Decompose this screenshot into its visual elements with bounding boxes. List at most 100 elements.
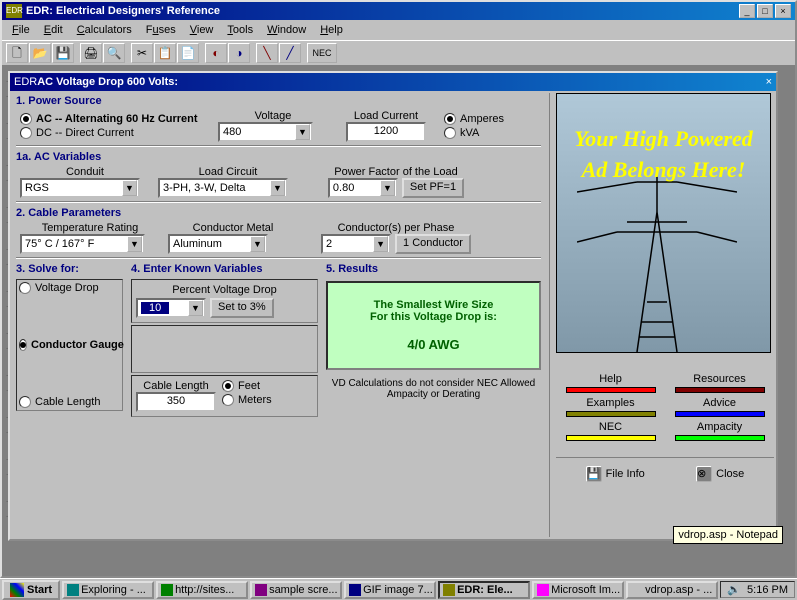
load-current-input[interactable]: 1200 bbox=[346, 122, 426, 142]
section5-header: 5. Results bbox=[322, 261, 545, 277]
task-vdrop[interactable]: vdrop.asp - ... bbox=[626, 581, 718, 599]
tb-new[interactable]: 🗋 bbox=[6, 43, 28, 63]
task-http[interactable]: http://sites... bbox=[156, 581, 248, 599]
menu-window[interactable]: Window bbox=[261, 22, 312, 38]
toolbar: 🗋 📂 💾 🖨 🔍 ✂ 📋 📄 ◐ ◑ ╲ ╱ NEC bbox=[2, 40, 795, 65]
ad-box[interactable]: Your High Powered Ad Belongs Here! bbox=[556, 93, 771, 353]
pvd-select[interactable]: 10▼ bbox=[136, 298, 206, 318]
conduit-select[interactable]: RGS▼ bbox=[20, 178, 140, 198]
metal-select[interactable]: Aluminum▼ bbox=[168, 234, 268, 254]
radio-conductor-gauge[interactable]: Conductor Gauge bbox=[19, 339, 120, 351]
radio-cable-length[interactable]: Cable Length bbox=[19, 396, 120, 408]
voltage-select[interactable]: 480▼ bbox=[218, 122, 313, 142]
cpp-select[interactable]: 2▼ bbox=[321, 234, 391, 254]
task-sample[interactable]: sample scre... bbox=[250, 581, 342, 599]
close-button[interactable]: × bbox=[775, 4, 791, 18]
menu-tools[interactable]: Tools bbox=[221, 22, 259, 38]
start-button[interactable]: Start bbox=[2, 580, 60, 600]
tb-save[interactable]: 💾 bbox=[52, 43, 74, 63]
link-ampacity[interactable]: Ampacity bbox=[675, 421, 765, 441]
task-msim[interactable]: Microsoft Im... bbox=[532, 581, 624, 599]
menu-edit[interactable]: Edit bbox=[38, 22, 69, 38]
cable-len-input[interactable]: 350 bbox=[136, 392, 216, 412]
menu-help[interactable]: Help bbox=[314, 22, 349, 38]
windows-icon bbox=[10, 583, 24, 597]
app-icon: EDR bbox=[6, 4, 22, 18]
radio-feet[interactable]: Feet bbox=[222, 380, 272, 392]
link-nec[interactable]: NEC bbox=[566, 421, 656, 441]
section2-header: 2. Cable Parameters bbox=[12, 205, 545, 221]
temp-select[interactable]: 75° C / 167° F▼ bbox=[20, 234, 145, 254]
link-resources[interactable]: Resources bbox=[675, 373, 765, 393]
section4-header: 4. Enter Known Variables bbox=[127, 261, 322, 277]
radio-meters[interactable]: Meters bbox=[222, 394, 272, 406]
section1-header: 1. Power Source bbox=[12, 93, 545, 109]
app-titlebar: EDR EDR: Electrical Designers' Reference… bbox=[2, 2, 795, 20]
menu-file[interactable]: File bbox=[6, 22, 36, 38]
tb-open[interactable]: 📂 bbox=[29, 43, 51, 63]
radio-amperes[interactable]: Amperes bbox=[444, 113, 504, 125]
tb-tool2[interactable]: ◑ bbox=[228, 43, 250, 63]
radio-voltage-drop[interactable]: Voltage Drop bbox=[19, 282, 120, 294]
child-close-button[interactable]: × bbox=[766, 76, 772, 88]
metal-label: Conductor Metal bbox=[168, 222, 298, 234]
child-titlebar: EDR AC Voltage Drop 600 Volts: × bbox=[10, 73, 776, 91]
set-3pct-button[interactable]: Set to 3% bbox=[210, 298, 274, 318]
links-area: Help Resources Examples Advice NEC Ampac… bbox=[556, 373, 774, 441]
radio-ac[interactable]: AC -- Alternating 60 Hz Current bbox=[20, 113, 210, 125]
results-line1: The Smallest Wire Size bbox=[336, 299, 531, 311]
load-current-label: Load Current bbox=[336, 110, 436, 122]
close-icon: ⊗ bbox=[696, 466, 712, 482]
cpp-label: Conductor(s) per Phase bbox=[306, 222, 486, 234]
menubar: File Edit Calculators Fuses View Tools W… bbox=[2, 20, 795, 40]
pvd-label: Percent Voltage Drop bbox=[136, 284, 313, 296]
tb-preview[interactable]: 🔍 bbox=[103, 43, 125, 63]
load-circuit-label: Load Circuit bbox=[158, 166, 298, 178]
link-help[interactable]: Help bbox=[566, 373, 656, 393]
maximize-button[interactable]: □ bbox=[757, 4, 773, 18]
tb-print[interactable]: 🖨 bbox=[80, 43, 102, 63]
radio-dc[interactable]: DC -- Direct Current bbox=[20, 127, 210, 139]
pf-select[interactable]: 0.80▼ bbox=[328, 178, 398, 198]
tb-line1[interactable]: ╲ bbox=[256, 43, 278, 63]
link-advice[interactable]: Advice bbox=[675, 397, 765, 417]
left-panel: 1. Power Source AC -- Alternating 60 Hz … bbox=[12, 93, 549, 537]
system-tray[interactable]: 🔊5:16 PM bbox=[720, 581, 795, 598]
tb-tool1[interactable]: ◐ bbox=[205, 43, 227, 63]
ad-text: Your High Powered Ad Belongs Here! bbox=[567, 124, 760, 186]
menu-fuses[interactable]: Fuses bbox=[140, 22, 182, 38]
child-window: EDR AC Voltage Drop 600 Volts: × 1. Powe… bbox=[8, 71, 778, 541]
right-panel: Your High Powered Ad Belongs Here! Help … bbox=[549, 93, 774, 537]
link-examples[interactable]: Examples bbox=[566, 397, 656, 417]
task-gif[interactable]: GIF image 7... bbox=[344, 581, 436, 599]
tb-nec[interactable]: NEC bbox=[307, 43, 337, 63]
close-panel-button[interactable]: ⊗Close bbox=[696, 466, 744, 482]
tb-paste[interactable]: 📄 bbox=[177, 43, 199, 63]
task-edr[interactable]: EDR: Ele... bbox=[438, 581, 530, 599]
one-conductor-button[interactable]: 1 Conductor bbox=[395, 234, 471, 254]
tray-icon: 🔊 bbox=[727, 583, 741, 596]
tb-cut[interactable]: ✂ bbox=[131, 43, 153, 63]
file-info-button[interactable]: 💾File Info bbox=[586, 466, 645, 482]
child-icon: EDR bbox=[14, 76, 37, 88]
tb-line2[interactable]: ╱ bbox=[279, 43, 301, 63]
minimize-button[interactable]: _ bbox=[739, 4, 755, 18]
app-title: EDR: Electrical Designers' Reference bbox=[26, 5, 739, 17]
child-title-text: AC Voltage Drop 600 Volts: bbox=[37, 76, 765, 88]
section3-header: 3. Solve for: bbox=[12, 261, 127, 277]
results-note: VD Calculations do not consider NEC Allo… bbox=[322, 374, 545, 404]
results-line2: For this Voltage Drop is: bbox=[336, 311, 531, 323]
set-pf-button[interactable]: Set PF=1 bbox=[402, 178, 464, 198]
section1a-header: 1a. AC Variables bbox=[12, 149, 545, 165]
task-exploring[interactable]: Exploring - ... bbox=[62, 581, 154, 599]
radio-kva[interactable]: kVA bbox=[444, 127, 504, 139]
menu-calculators[interactable]: Calculators bbox=[71, 22, 138, 38]
pf-label: Power Factor of the Load bbox=[306, 166, 486, 178]
results-value: 4/0 AWG bbox=[336, 337, 531, 352]
disk-icon: 💾 bbox=[586, 466, 602, 482]
cable-len-label: Cable Length bbox=[136, 380, 216, 392]
conduit-label: Conduit bbox=[20, 166, 150, 178]
menu-view[interactable]: View bbox=[184, 22, 220, 38]
tb-copy[interactable]: 📋 bbox=[154, 43, 176, 63]
load-circuit-select[interactable]: 3-PH, 3-W, Delta▼ bbox=[158, 178, 288, 198]
